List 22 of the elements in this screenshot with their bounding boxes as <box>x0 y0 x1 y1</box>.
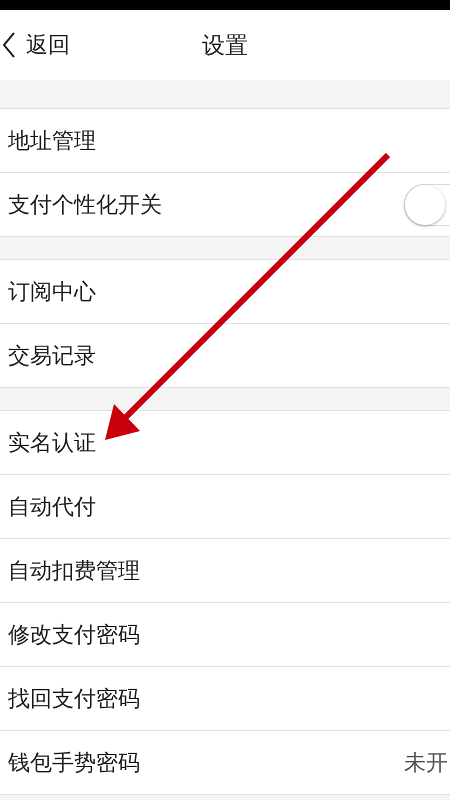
row-label: 钱包手势密码 <box>8 750 140 778</box>
back-button[interactable]: 返回 <box>0 30 70 60</box>
row-label: 找回支付密码 <box>8 686 140 714</box>
row-label: 实名认证 <box>8 430 96 458</box>
settings-row[interactable]: 地址管理 <box>0 109 450 173</box>
row-label: 地址管理 <box>8 128 96 156</box>
settings-row[interactable]: 自动扣费管理 <box>0 539 450 603</box>
row-label: 订阅中心 <box>8 278 96 306</box>
row-label: 修改支付密码 <box>8 622 140 650</box>
page-title: 设置 <box>202 32 248 60</box>
row-value: 未开 <box>404 750 448 778</box>
row-label: 支付个性化开关 <box>8 192 162 220</box>
settings-row[interactable]: 修改支付密码 <box>0 603 450 667</box>
settings-row[interactable]: 自动代付 <box>0 475 450 539</box>
row-label: 交易记录 <box>8 342 96 370</box>
back-icon <box>2 32 16 58</box>
row-label: 自动扣费管理 <box>8 558 140 586</box>
settings-row[interactable]: 订阅中心 <box>0 260 450 324</box>
settings-row[interactable]: 钱包手势密码 未开 <box>0 731 450 795</box>
row-label: 自动代付 <box>8 494 96 522</box>
settings-row[interactable]: 找回支付密码 <box>0 667 450 731</box>
settings-row[interactable]: 交易记录 <box>0 324 450 388</box>
